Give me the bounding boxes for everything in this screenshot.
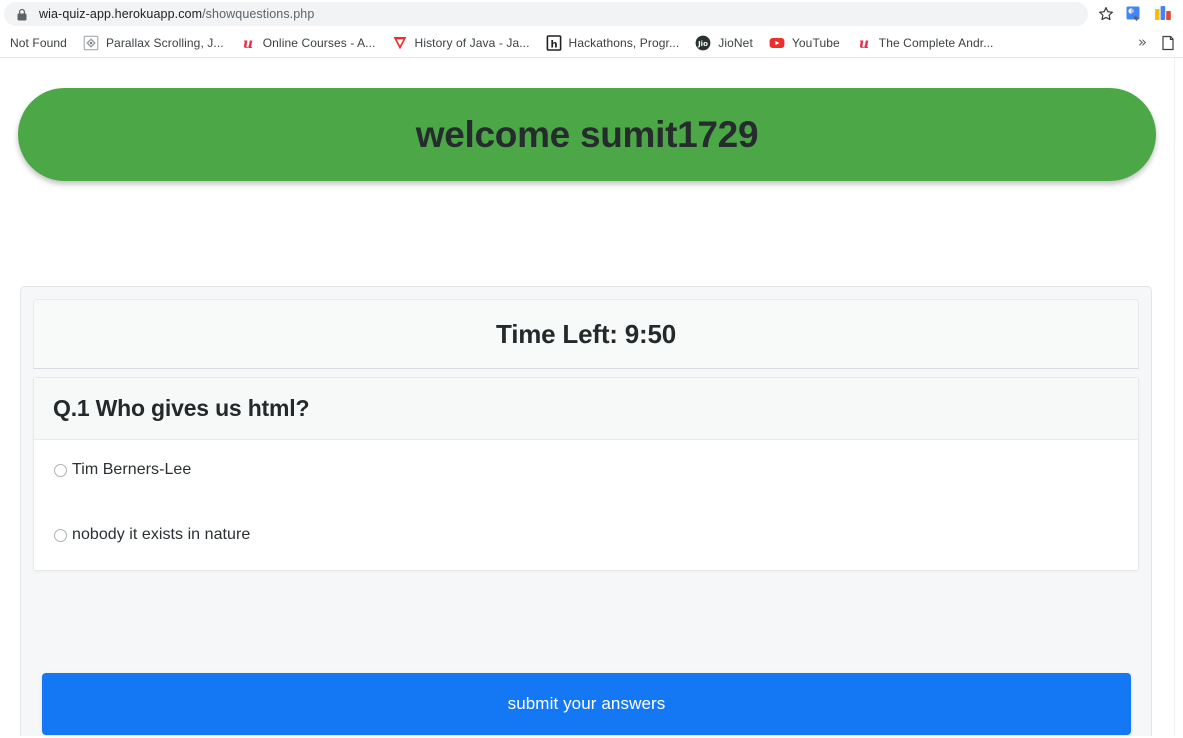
submit-answers-button[interactable]: submit your answers — [42, 673, 1131, 735]
options-list: Tim Berners-Lee nobody it exists in natu… — [34, 440, 1138, 570]
svg-text:Jio: Jio — [697, 40, 708, 48]
translate-icon[interactable] — [1126, 6, 1143, 23]
svg-text:u: u — [859, 36, 869, 51]
option-row[interactable]: Tim Berners-Lee — [54, 461, 1118, 479]
radio-button-icon[interactable] — [54, 528, 67, 542]
question-card: Q.1 Who gives us html? Tim Berners-Lee n… — [33, 377, 1139, 571]
reading-list-icon[interactable] — [1161, 35, 1175, 51]
diamond-icon — [83, 35, 99, 50]
bookmark-label: The Complete Andr... — [878, 35, 994, 50]
bookmark-online-courses[interactable]: u Online Courses - A... — [232, 31, 384, 55]
bookmark-label: Not Found — [10, 35, 67, 50]
welcome-message: welcome sumit1729 — [415, 113, 759, 155]
option-label: nobody it exists in nature — [72, 526, 251, 543]
bookmarks-overflow-button[interactable]: » — [1134, 35, 1151, 50]
bookmark-history-of-java[interactable]: History of Java - Ja... — [384, 31, 538, 55]
lock-icon — [17, 8, 27, 20]
bookmark-label: History of Java - Ja... — [414, 35, 530, 50]
omnibox-row: wia-quiz-app.herokuapp.com/showquestions… — [0, 0, 1183, 28]
timer-panel: Time Left: 9:50 — [33, 299, 1139, 369]
question-header: Q.1 Who gives us html? — [34, 378, 1138, 440]
bookmark-label: YouTube — [791, 35, 840, 50]
bookmark-hackathons[interactable]: h Hackathons, Progr... — [538, 31, 688, 55]
time-left-text: Time Left: 9:50 — [495, 318, 677, 349]
welcome-banner: welcome sumit1729 — [18, 88, 1156, 181]
youtube-icon — [769, 37, 785, 48]
extension-icon[interactable] — [1155, 6, 1173, 22]
page-content: welcome sumit1729 Time Left: 9:50 Q.1 Wh… — [0, 58, 1183, 736]
option-row[interactable]: nobody it exists in nature — [54, 526, 1118, 544]
url-text: wia-quiz-app.herokuapp.com/showquestions… — [39, 7, 314, 21]
udemy-icon: u — [859, 36, 869, 51]
bookmark-label: Online Courses - A... — [262, 35, 376, 50]
bookmark-the-complete-android[interactable]: u The Complete Andr... — [848, 31, 1002, 55]
bookmark-label: JioNet — [718, 35, 753, 50]
page-scrollbar[interactable] — [1174, 58, 1183, 736]
omnibox-actions — [1092, 6, 1177, 23]
bookmark-not-found[interactable]: Not Found — [2, 31, 75, 55]
url-domain: wia-quiz-app.herokuapp.com — [39, 7, 203, 21]
svg-text:u: u — [243, 36, 253, 51]
url-path: /showquestions.php — [202, 7, 315, 21]
option-label: Tim Berners-Lee — [72, 461, 192, 478]
javatpoint-icon — [393, 36, 406, 49]
bookmark-parallax-scrolling[interactable]: Parallax Scrolling, J... — [75, 31, 232, 55]
bookmark-youtube[interactable]: YouTube — [761, 31, 848, 55]
browser-chrome: wia-quiz-app.herokuapp.com/showquestions… — [0, 0, 1183, 58]
bookmark-label: Parallax Scrolling, J... — [105, 35, 224, 50]
bookmark-label: Hackathons, Progr... — [568, 35, 680, 50]
bookmarks-overflow-area: » — [1134, 35, 1179, 51]
star-icon[interactable] — [1098, 6, 1114, 22]
question-title: Q.1 Who gives us html? — [53, 395, 310, 421]
quiz-container: Time Left: 9:50 Q.1 Who gives us html? T… — [20, 286, 1152, 736]
jionet-icon: Jio — [695, 35, 711, 50]
bookmark-jionet[interactable]: Jio JioNet — [687, 31, 761, 55]
svg-text:h: h — [550, 39, 557, 50]
radio-button-icon[interactable] — [54, 463, 67, 477]
udemy-icon: u — [243, 36, 253, 51]
bookmarks-bar: Not Found Parallax Scrolling, J... u Onl… — [0, 28, 1183, 58]
hackerearth-icon: h — [546, 34, 561, 51]
address-bar[interactable]: wia-quiz-app.herokuapp.com/showquestions… — [4, 2, 1088, 26]
